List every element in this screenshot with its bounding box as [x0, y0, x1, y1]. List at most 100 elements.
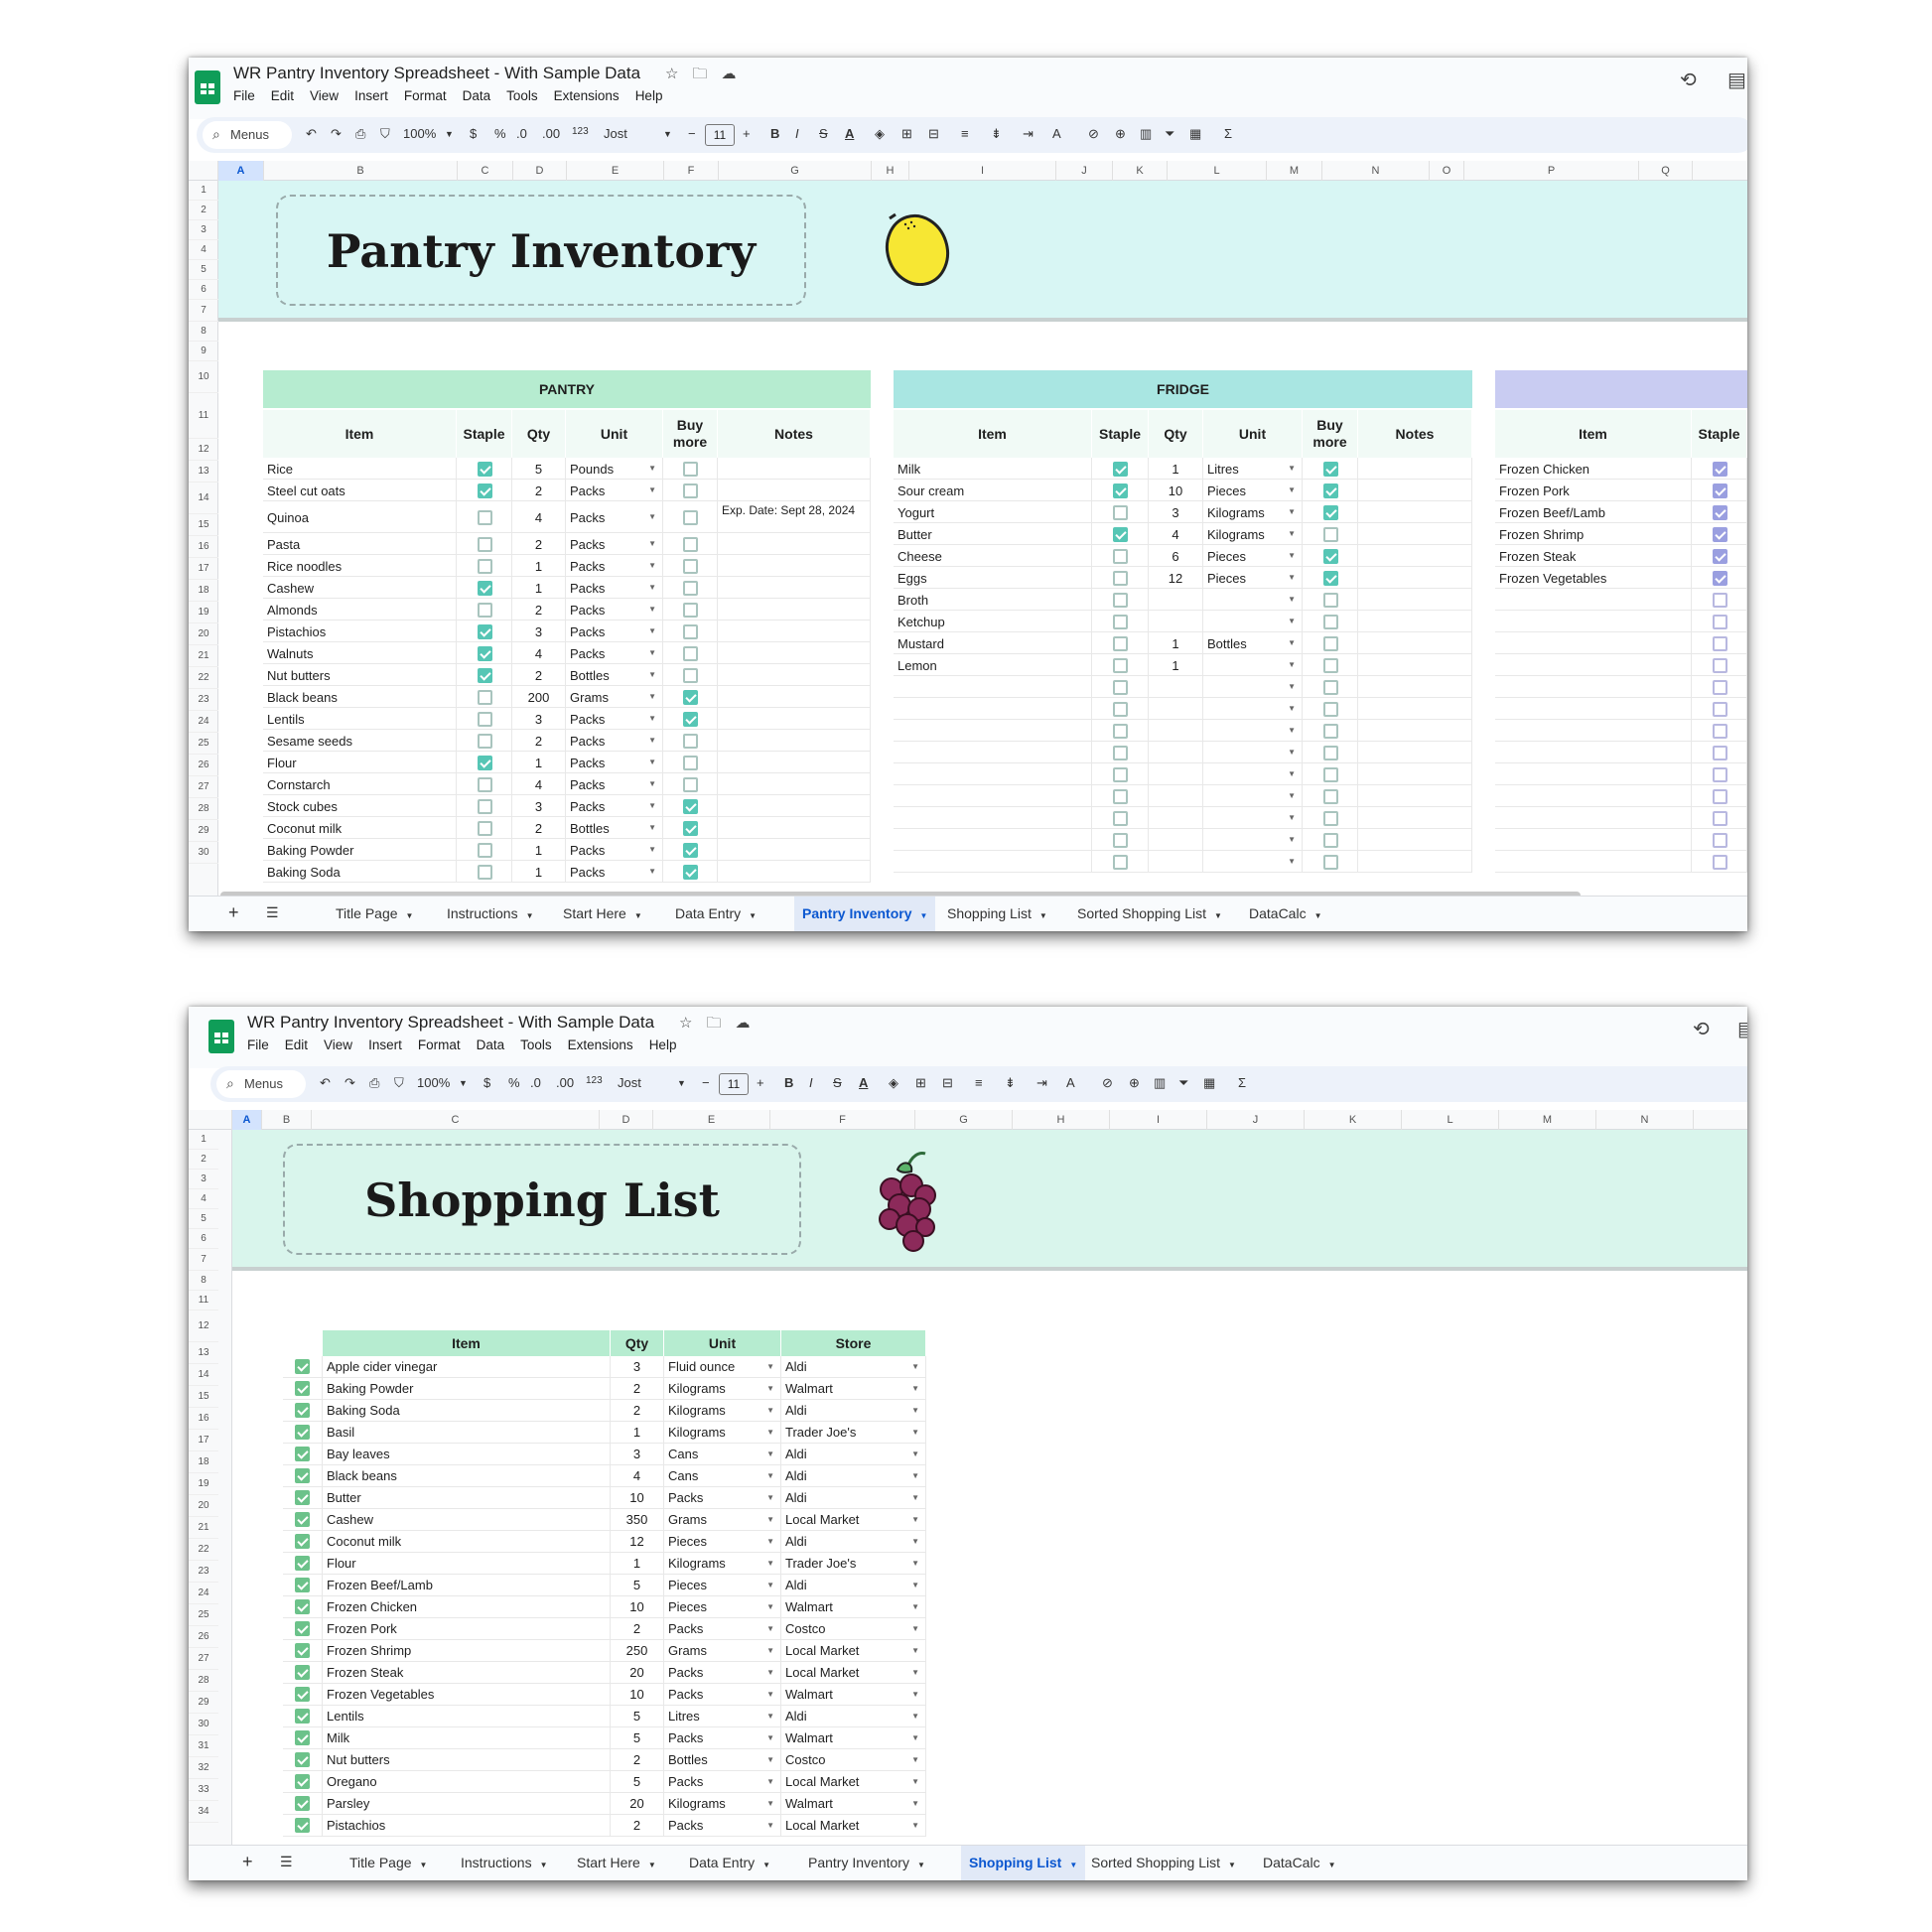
checkbox[interactable] [295, 1774, 310, 1789]
checkbox[interactable] [295, 1512, 310, 1527]
checkbox[interactable] [1322, 570, 1338, 586]
cell-notes[interactable] [718, 621, 871, 642]
cell-notes[interactable] [1358, 589, 1472, 611]
filter-icon[interactable]: ⏷ [1165, 126, 1174, 142]
cell-staple[interactable] [1692, 589, 1747, 611]
cell-qty[interactable]: 10 [1149, 480, 1203, 501]
tab-instructions[interactable]: Instructions ▼ [461, 1855, 548, 1870]
cell-item[interactable] [1495, 763, 1692, 785]
column-header[interactable]: A [232, 1110, 262, 1130]
cell-item[interactable]: Rice [263, 458, 457, 480]
cell-notes[interactable] [1358, 742, 1472, 763]
cell-selected[interactable] [283, 1662, 323, 1684]
dropdown-chevron-icon[interactable]: ▼ [911, 1471, 919, 1480]
cell-qty[interactable]: 2 [611, 1815, 664, 1837]
cell-unit[interactable]: Kilograms ▼ [664, 1422, 781, 1444]
dropdown-chevron-icon[interactable]: ▼ [911, 1537, 919, 1546]
checkbox[interactable] [683, 509, 698, 525]
column-header[interactable]: B [264, 161, 458, 181]
checkbox[interactable] [1113, 548, 1128, 564]
zoom-select[interactable]: 100% [403, 126, 436, 141]
checkbox[interactable] [477, 509, 492, 525]
cell-qty[interactable]: 6 [1149, 545, 1203, 567]
dropdown-chevron-icon[interactable]: ▼ [766, 1755, 774, 1764]
merge-cells-icon[interactable]: ⊟ [928, 126, 939, 142]
cell-staple[interactable] [1692, 829, 1747, 851]
cell-store[interactable]: Local Market ▼ [781, 1815, 926, 1837]
checkbox[interactable] [295, 1578, 310, 1592]
menus-search[interactable]: ⌕ Menus [203, 121, 292, 149]
cell-qty[interactable]: 3 [1149, 501, 1203, 523]
row-header[interactable]: 20 [189, 1495, 218, 1517]
dropdown-chevron-icon[interactable]: ▼ [766, 1799, 774, 1808]
checkbox[interactable] [477, 820, 492, 836]
checkbox[interactable] [683, 558, 698, 574]
checkbox[interactable] [683, 733, 698, 749]
cell-qty[interactable]: 3 [611, 1356, 664, 1378]
font-chevron-down-icon[interactable]: ▼ [677, 1078, 686, 1088]
row-header[interactable]: 1 [189, 181, 218, 201]
dropdown-chevron-icon[interactable]: ▼ [1288, 507, 1296, 516]
cell-buy-more[interactable] [663, 708, 718, 730]
column-header[interactable]: L [1168, 161, 1267, 181]
tab-chevron-down-icon[interactable]: ▼ [1314, 911, 1322, 920]
cell-store[interactable]: Local Market ▼ [781, 1640, 926, 1662]
tab-chevron-down-icon[interactable]: ▼ [1069, 1861, 1077, 1869]
checkbox[interactable] [1322, 548, 1338, 564]
cell-notes[interactable] [1358, 829, 1472, 851]
select-all-corner[interactable] [189, 161, 218, 181]
checkbox[interactable] [477, 755, 492, 770]
tab-chevron-down-icon[interactable]: ▼ [420, 1861, 428, 1869]
checkbox[interactable] [295, 1665, 310, 1680]
cell-qty[interactable]: 1 [512, 861, 566, 883]
row-header[interactable]: 14 [189, 483, 218, 514]
cell-qty[interactable]: 1 [512, 555, 566, 577]
column-header[interactable]: N [1322, 161, 1430, 181]
text-color-icon[interactable]: A [859, 1075, 868, 1090]
row-header[interactable]: 31 [189, 1735, 218, 1757]
cell-selected[interactable] [283, 1465, 323, 1487]
cell-store[interactable]: Trader Joe's ▼ [781, 1553, 926, 1575]
cell-buy-more[interactable] [663, 817, 718, 839]
font-select[interactable]: Jost [618, 1075, 641, 1090]
cell-buy-more[interactable] [663, 861, 718, 883]
horizontal-align-icon[interactable]: ≡ [961, 126, 969, 141]
cell-selected[interactable] [283, 1509, 323, 1531]
cell-qty[interactable] [1149, 763, 1203, 785]
checkbox[interactable] [477, 602, 492, 618]
row-header[interactable]: 26 [189, 1626, 218, 1648]
filter-views-icon[interactable]: ▦ [1203, 1075, 1215, 1091]
cell-qty[interactable]: 3 [611, 1444, 664, 1465]
checkbox[interactable] [1712, 832, 1727, 848]
cell-unit[interactable]: Bottles ▼ [566, 817, 663, 839]
cell-notes[interactable] [718, 458, 871, 480]
column-header[interactable]: H [872, 161, 909, 181]
cell-qty[interactable] [1149, 829, 1203, 851]
row-header[interactable]: 15 [189, 514, 218, 536]
cell-notes[interactable] [718, 795, 871, 817]
row-header[interactable]: 34 [189, 1801, 218, 1823]
cell-unit[interactable]: Packs ▼ [566, 621, 663, 642]
menu-edit[interactable]: Edit [285, 1037, 308, 1052]
checkbox[interactable] [1322, 701, 1338, 717]
checkbox[interactable] [1322, 614, 1338, 629]
insert-chart-icon[interactable]: ▥ [1140, 126, 1152, 142]
checkbox[interactable] [1712, 723, 1727, 739]
checkbox[interactable] [477, 798, 492, 814]
cell-store[interactable]: Costco ▼ [781, 1618, 926, 1640]
dropdown-chevron-icon[interactable]: ▼ [1288, 769, 1296, 778]
dropdown-chevron-icon[interactable]: ▼ [766, 1406, 774, 1415]
menu-format[interactable]: Format [418, 1037, 461, 1052]
cell-qty[interactable] [1149, 807, 1203, 829]
undo-icon[interactable]: ↶ [320, 1075, 331, 1091]
row-header[interactable]: 25 [189, 733, 218, 755]
checkbox[interactable] [1322, 592, 1338, 608]
cell-staple[interactable] [457, 458, 512, 480]
cell-buy-more[interactable] [663, 555, 718, 577]
cell-item[interactable]: Almonds [263, 599, 457, 621]
cell-buy-more[interactable] [1303, 567, 1358, 589]
checkbox[interactable] [1322, 788, 1338, 804]
dropdown-chevron-icon[interactable]: ▼ [911, 1362, 919, 1371]
checkbox[interactable] [1712, 483, 1727, 498]
row-header[interactable]: 21 [189, 1517, 218, 1539]
